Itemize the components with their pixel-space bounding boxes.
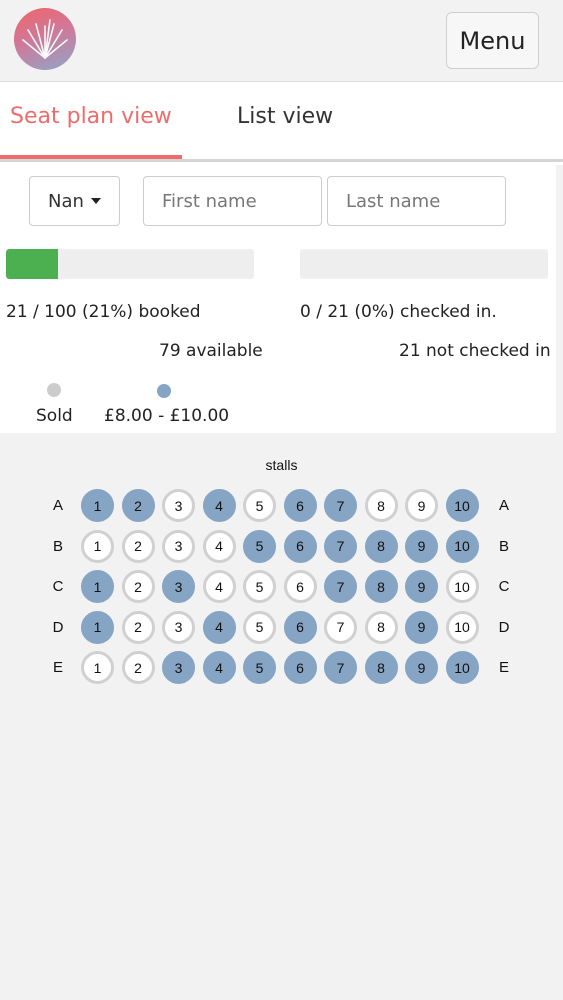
seat-d6[interactable]: 6 bbox=[283, 610, 317, 644]
row-label-c-right: C bbox=[498, 578, 510, 595]
sold-legend-dot bbox=[47, 383, 61, 397]
menu-button[interactable]: Menu bbox=[446, 12, 539, 69]
seat-b1[interactable]: 1 bbox=[81, 529, 114, 563]
seat-e6[interactable]: 6 bbox=[283, 651, 317, 684]
seat-d10[interactable]: 10 bbox=[445, 610, 479, 644]
seat-d3[interactable]: 3 bbox=[162, 610, 195, 644]
booked-progress-fill bbox=[6, 249, 59, 279]
seat-b10[interactable]: 10 bbox=[445, 529, 479, 563]
seat-c4[interactable]: 4 bbox=[202, 570, 236, 603]
seat-a7[interactable]: 7 bbox=[324, 489, 357, 522]
seat-c7[interactable]: 7 bbox=[324, 570, 357, 603]
row-label-e-right: E bbox=[498, 659, 509, 676]
checked-in-count: 0 / 21 (0%) checked in. bbox=[300, 302, 497, 322]
seat-c1[interactable]: 1 bbox=[81, 570, 114, 603]
seat-b5[interactable]: 5 bbox=[243, 529, 276, 563]
top-navbar: Menu bbox=[0, 0, 563, 82]
row-label-b: B bbox=[52, 537, 63, 555]
seat-e8[interactable]: 8 bbox=[364, 651, 398, 684]
last-name-input[interactable] bbox=[327, 176, 506, 226]
row-label-b-right: B bbox=[498, 537, 509, 555]
seat-a8[interactable]: 8 bbox=[364, 489, 398, 522]
available-count: 79 available bbox=[159, 341, 263, 361]
seat-e10[interactable]: 10 bbox=[445, 651, 479, 684]
row-label-e: E bbox=[52, 659, 63, 676]
seat-a3[interactable]: 3 bbox=[162, 489, 195, 522]
seat-e5[interactable]: 5 bbox=[243, 651, 276, 684]
search-field-dropdown[interactable]: Nan bbox=[29, 176, 120, 226]
seat-c3[interactable]: 3 bbox=[162, 570, 195, 603]
seat-a4[interactable]: 4 bbox=[202, 489, 236, 522]
seat-b2[interactable]: 2 bbox=[121, 529, 155, 563]
seat-b7[interactable]: 7 bbox=[324, 529, 357, 563]
seat-d8[interactable]: 8 bbox=[364, 610, 398, 644]
seat-b8[interactable]: 8 bbox=[364, 529, 398, 563]
seat-d2[interactable]: 2 bbox=[121, 610, 155, 644]
seat-d7[interactable]: 7 bbox=[324, 610, 357, 644]
seat-a2[interactable]: 2 bbox=[121, 489, 155, 522]
tab-divider bbox=[0, 159, 563, 162]
seat-a1[interactable]: 1 bbox=[81, 489, 114, 522]
row-label-d: D bbox=[52, 618, 64, 636]
view-tabs: Seat plan view List view bbox=[0, 82, 563, 165]
row-label-a-right: A bbox=[498, 497, 509, 514]
booking-panel: Nan 21 / 100 (21%) booked 79 available 0… bbox=[0, 165, 556, 433]
seat-e1[interactable]: 1 bbox=[81, 651, 114, 684]
first-name-input[interactable] bbox=[143, 176, 322, 226]
seat-a10[interactable]: 10 bbox=[445, 489, 479, 522]
legend-sold-label: Sold bbox=[36, 406, 73, 426]
row-label-a: A bbox=[52, 497, 63, 514]
seat-e2[interactable]: 2 bbox=[121, 651, 155, 684]
booked-count: 21 / 100 (21%) booked bbox=[6, 302, 201, 322]
seat-e4[interactable]: 4 bbox=[202, 651, 236, 684]
seat-d1[interactable]: 1 bbox=[81, 610, 114, 644]
caret-down-icon bbox=[90, 198, 101, 204]
seat-e3[interactable]: 3 bbox=[162, 651, 195, 684]
seat-a5[interactable]: 5 bbox=[243, 489, 276, 522]
seat-b4[interactable]: 4 bbox=[202, 529, 236, 563]
seat-d4[interactable]: 4 bbox=[202, 610, 236, 644]
seat-a6[interactable]: 6 bbox=[283, 489, 317, 522]
seat-e7[interactable]: 7 bbox=[324, 651, 357, 684]
seat-c8[interactable]: 8 bbox=[364, 570, 398, 603]
seat-c6[interactable]: 6 bbox=[283, 570, 317, 603]
booked-progress-bar bbox=[6, 249, 254, 279]
dropdown-value: Nan bbox=[48, 190, 84, 212]
tab-seat-plan-view[interactable]: Seat plan view bbox=[10, 104, 172, 129]
checked-in-progress-bar bbox=[300, 249, 548, 279]
row-label-d-right: D bbox=[498, 618, 510, 636]
seat-d5[interactable]: 5 bbox=[243, 610, 276, 644]
seat-b6[interactable]: 6 bbox=[283, 529, 317, 563]
seat-c2[interactable]: 2 bbox=[121, 570, 155, 603]
price-legend-dot bbox=[157, 384, 171, 398]
seat-c10[interactable]: 10 bbox=[445, 570, 479, 603]
seat-c5[interactable]: 5 bbox=[243, 570, 276, 603]
tab-list-view[interactable]: List view bbox=[237, 104, 333, 129]
seat-b9[interactable]: 9 bbox=[405, 529, 438, 563]
section-title: stalls bbox=[265, 457, 298, 473]
seat-a9[interactable]: 9 bbox=[405, 489, 438, 522]
seat-b3[interactable]: 3 bbox=[162, 529, 195, 563]
seat-c9[interactable]: 9 bbox=[405, 570, 438, 603]
logo-icon[interactable] bbox=[14, 8, 76, 70]
not-checked-in-count: 21 not checked in bbox=[399, 341, 551, 361]
seat-e9[interactable]: 9 bbox=[405, 651, 438, 684]
row-label-c: C bbox=[52, 578, 64, 595]
seat-d9[interactable]: 9 bbox=[405, 610, 438, 644]
legend-price-label: £8.00 - £10.00 bbox=[104, 406, 230, 426]
